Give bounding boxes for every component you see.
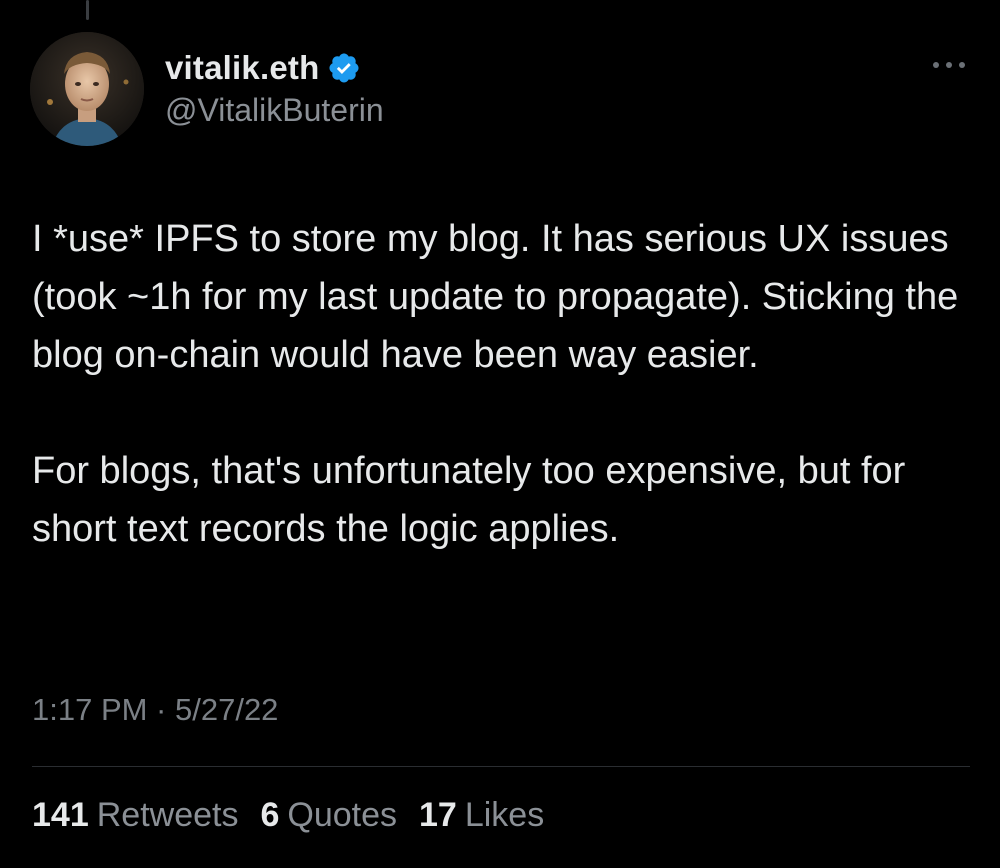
quotes-stat[interactable]: 6 Quotes <box>260 796 397 835</box>
retweets-stat[interactable]: 141 Retweets <box>32 796 238 835</box>
display-name-row[interactable]: vitalik.eth <box>165 46 384 90</box>
author-names: vitalik.eth @VitalikButerin <box>165 46 384 129</box>
likes-stat[interactable]: 17 Likes <box>419 796 544 835</box>
retweets-label: Retweets <box>96 796 239 834</box>
display-name[interactable]: vitalik.eth <box>165 49 319 87</box>
avatar[interactable] <box>30 32 144 146</box>
tweet-header: vitalik.eth @VitalikButerin <box>30 32 970 148</box>
author-handle[interactable]: @VitalikButerin <box>165 92 384 129</box>
quotes-label: Quotes <box>287 796 398 834</box>
engagement-stats: 141 Retweets 6 Quotes 17 Likes <box>32 796 566 835</box>
likes-count: 17 <box>419 796 457 834</box>
retweets-count: 141 <box>32 796 89 834</box>
tweet-paragraph-1: I *use* IPFS to store my blog. It has se… <box>32 218 959 376</box>
quotes-count: 6 <box>260 796 280 834</box>
likes-label: Likes <box>464 796 545 834</box>
more-options-icon[interactable] <box>930 58 968 72</box>
tweet-timestamp[interactable]: 1:17 PM · 5/27/22 <box>32 692 278 728</box>
tweet-text: I *use* IPFS to store my blog. It has se… <box>32 210 962 558</box>
thread-connector-line <box>86 0 89 20</box>
divider <box>32 766 970 767</box>
tweet-paragraph-2: For blogs, that's unfortunately too expe… <box>32 450 906 550</box>
verified-badge-icon <box>327 51 361 85</box>
